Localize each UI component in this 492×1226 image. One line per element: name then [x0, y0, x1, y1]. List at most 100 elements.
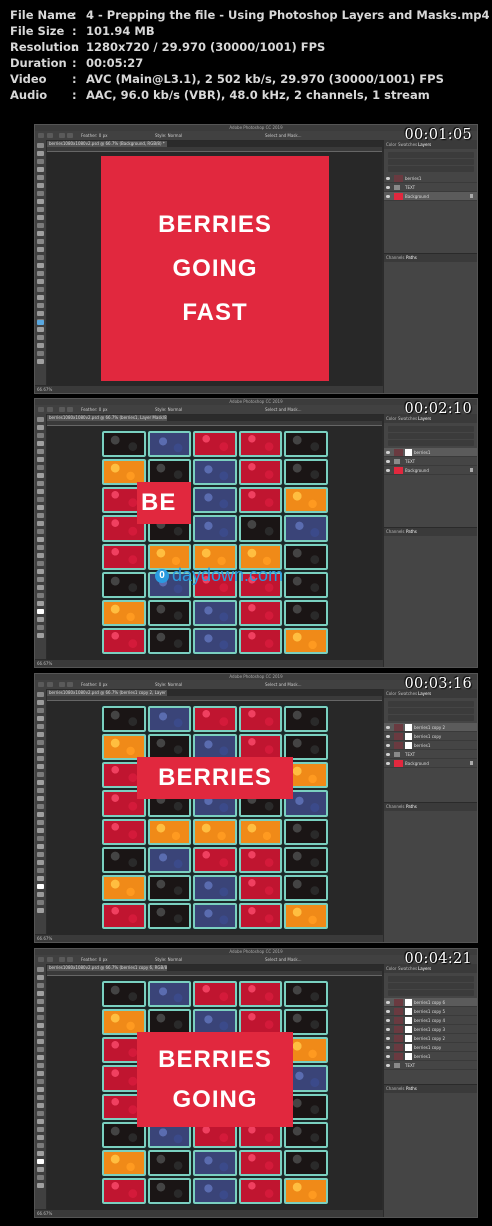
- tool-icon[interactable]: [37, 303, 44, 308]
- tab-color[interactable]: Color: [386, 965, 396, 972]
- tool-icon[interactable]: [37, 143, 44, 148]
- style-select[interactable]: Style: Normal: [155, 132, 182, 139]
- tab-paths[interactable]: Paths: [406, 528, 417, 535]
- select-and-mask-button[interactable]: Select and Mask...: [265, 132, 302, 139]
- tool-icon[interactable]: [37, 860, 44, 865]
- visibility-eye-icon[interactable]: [386, 1001, 390, 1004]
- tool-icon[interactable]: [37, 529, 44, 534]
- color-swatch-icon[interactable]: [37, 884, 44, 889]
- select-and-mask-button[interactable]: Select and Mask...: [265, 406, 302, 413]
- panel-control[interactable]: [388, 426, 474, 432]
- document-canvas[interactable]: BERRIES GOING: [101, 980, 329, 1205]
- visibility-eye-icon[interactable]: [386, 195, 390, 198]
- panel-control[interactable]: [388, 152, 474, 158]
- tool-icon[interactable]: [37, 1079, 44, 1084]
- tool-icon[interactable]: [37, 159, 44, 164]
- document-canvas[interactable]: BE 0 daydown.com: [101, 430, 329, 655]
- tool-icon[interactable]: [37, 1167, 44, 1172]
- tool-icon[interactable]: [37, 732, 44, 737]
- tool-icon[interactable]: [37, 585, 44, 590]
- tool-icon[interactable]: [37, 1175, 44, 1180]
- tool-icon[interactable]: [37, 175, 44, 180]
- feather-field[interactable]: Feather: 0 px: [81, 956, 107, 963]
- tool-icon[interactable]: [37, 569, 44, 574]
- tool-icon[interactable]: [37, 991, 44, 996]
- tab-paths[interactable]: Paths: [406, 803, 417, 810]
- layer-row[interactable]: berries1 copy 5: [384, 1007, 477, 1016]
- style-select[interactable]: Style: Normal: [155, 406, 182, 413]
- visibility-eye-icon[interactable]: [386, 744, 390, 747]
- tool-icon[interactable]: [37, 700, 44, 705]
- tool-icon[interactable]: [37, 1103, 44, 1108]
- layer-row[interactable]: Background: [384, 466, 477, 475]
- tool-icon[interactable]: [37, 497, 44, 502]
- tool-icon[interactable]: [37, 716, 44, 721]
- layer-row[interactable]: berries1 copy: [384, 1043, 477, 1052]
- layer-row[interactable]: Background: [384, 192, 477, 201]
- tab-channels[interactable]: Channels: [386, 1085, 405, 1092]
- tool-icon[interactable]: [37, 433, 44, 438]
- layer-row[interactable]: TEXT: [384, 1061, 477, 1070]
- tool-icon[interactable]: [37, 1143, 44, 1148]
- tool-icon[interactable]: [37, 441, 44, 446]
- tool-icon[interactable]: [37, 191, 44, 196]
- option-tool-icon[interactable]: [38, 682, 44, 687]
- tool-icon[interactable]: [37, 545, 44, 550]
- tool-icon[interactable]: [37, 975, 44, 980]
- select-and-mask-button[interactable]: Select and Mask...: [265, 681, 302, 688]
- panel-control[interactable]: [388, 976, 474, 982]
- tool-icon[interactable]: [37, 804, 44, 809]
- option-tool-icon[interactable]: [67, 407, 73, 412]
- tool-icon[interactable]: [37, 625, 44, 630]
- select-and-mask-button[interactable]: Select and Mask...: [265, 956, 302, 963]
- tool-icon[interactable]: [37, 553, 44, 558]
- tool-icon[interactable]: [37, 756, 44, 761]
- visibility-eye-icon[interactable]: [386, 762, 390, 765]
- tab-channels[interactable]: Channels: [386, 803, 405, 810]
- visibility-eye-icon[interactable]: [386, 469, 390, 472]
- tool-icon[interactable]: [37, 239, 44, 244]
- tool-icon[interactable]: [37, 780, 44, 785]
- option-tool-icon[interactable]: [67, 133, 73, 138]
- tool-icon[interactable]: [37, 852, 44, 857]
- visibility-eye-icon[interactable]: [386, 753, 390, 756]
- canvas-area[interactable]: BE 0 daydown.com: [47, 426, 382, 660]
- tool-icon[interactable]: [37, 359, 44, 364]
- tool-icon[interactable]: [37, 489, 44, 494]
- tool-icon[interactable]: [37, 521, 44, 526]
- tool-icon[interactable]: [37, 1031, 44, 1036]
- tool-icon[interactable]: [37, 900, 44, 905]
- tool-icon[interactable]: [37, 876, 44, 881]
- tool-icon[interactable]: [37, 967, 44, 972]
- visibility-eye-icon[interactable]: [386, 186, 390, 189]
- tool-icon[interactable]: [37, 1127, 44, 1132]
- tool-icon[interactable]: [37, 796, 44, 801]
- panel-control[interactable]: [388, 159, 474, 165]
- option-tool-icon[interactable]: [59, 957, 65, 962]
- tool-icon[interactable]: [37, 908, 44, 913]
- tool-icon[interactable]: [37, 788, 44, 793]
- color-swatch-icon[interactable]: [37, 609, 44, 614]
- visibility-eye-icon[interactable]: [386, 1046, 390, 1049]
- tool-icon[interactable]: [37, 892, 44, 897]
- tool-icon[interactable]: [37, 1063, 44, 1068]
- option-tool-icon[interactable]: [38, 957, 44, 962]
- panel-control[interactable]: [388, 440, 474, 446]
- layer-row[interactable]: TEXT: [384, 457, 477, 466]
- panel-control[interactable]: [388, 708, 474, 714]
- tool-icon[interactable]: [37, 828, 44, 833]
- tool-icon[interactable]: [37, 167, 44, 172]
- tool-icon[interactable]: [37, 633, 44, 638]
- tool-icon[interactable]: [37, 1023, 44, 1028]
- style-select[interactable]: Style: Normal: [155, 681, 182, 688]
- visibility-eye-icon[interactable]: [386, 1037, 390, 1040]
- tool-icon[interactable]: [37, 1071, 44, 1076]
- tool-icon[interactable]: [37, 223, 44, 228]
- layer-row[interactable]: berries1 copy: [384, 732, 477, 741]
- tool-icon[interactable]: [37, 748, 44, 753]
- tool-icon[interactable]: [37, 311, 44, 316]
- tool-icon[interactable]: [37, 983, 44, 988]
- option-tool-icon[interactable]: [38, 133, 44, 138]
- option-tool-icon[interactable]: [67, 957, 73, 962]
- tab-color[interactable]: Color: [386, 415, 396, 422]
